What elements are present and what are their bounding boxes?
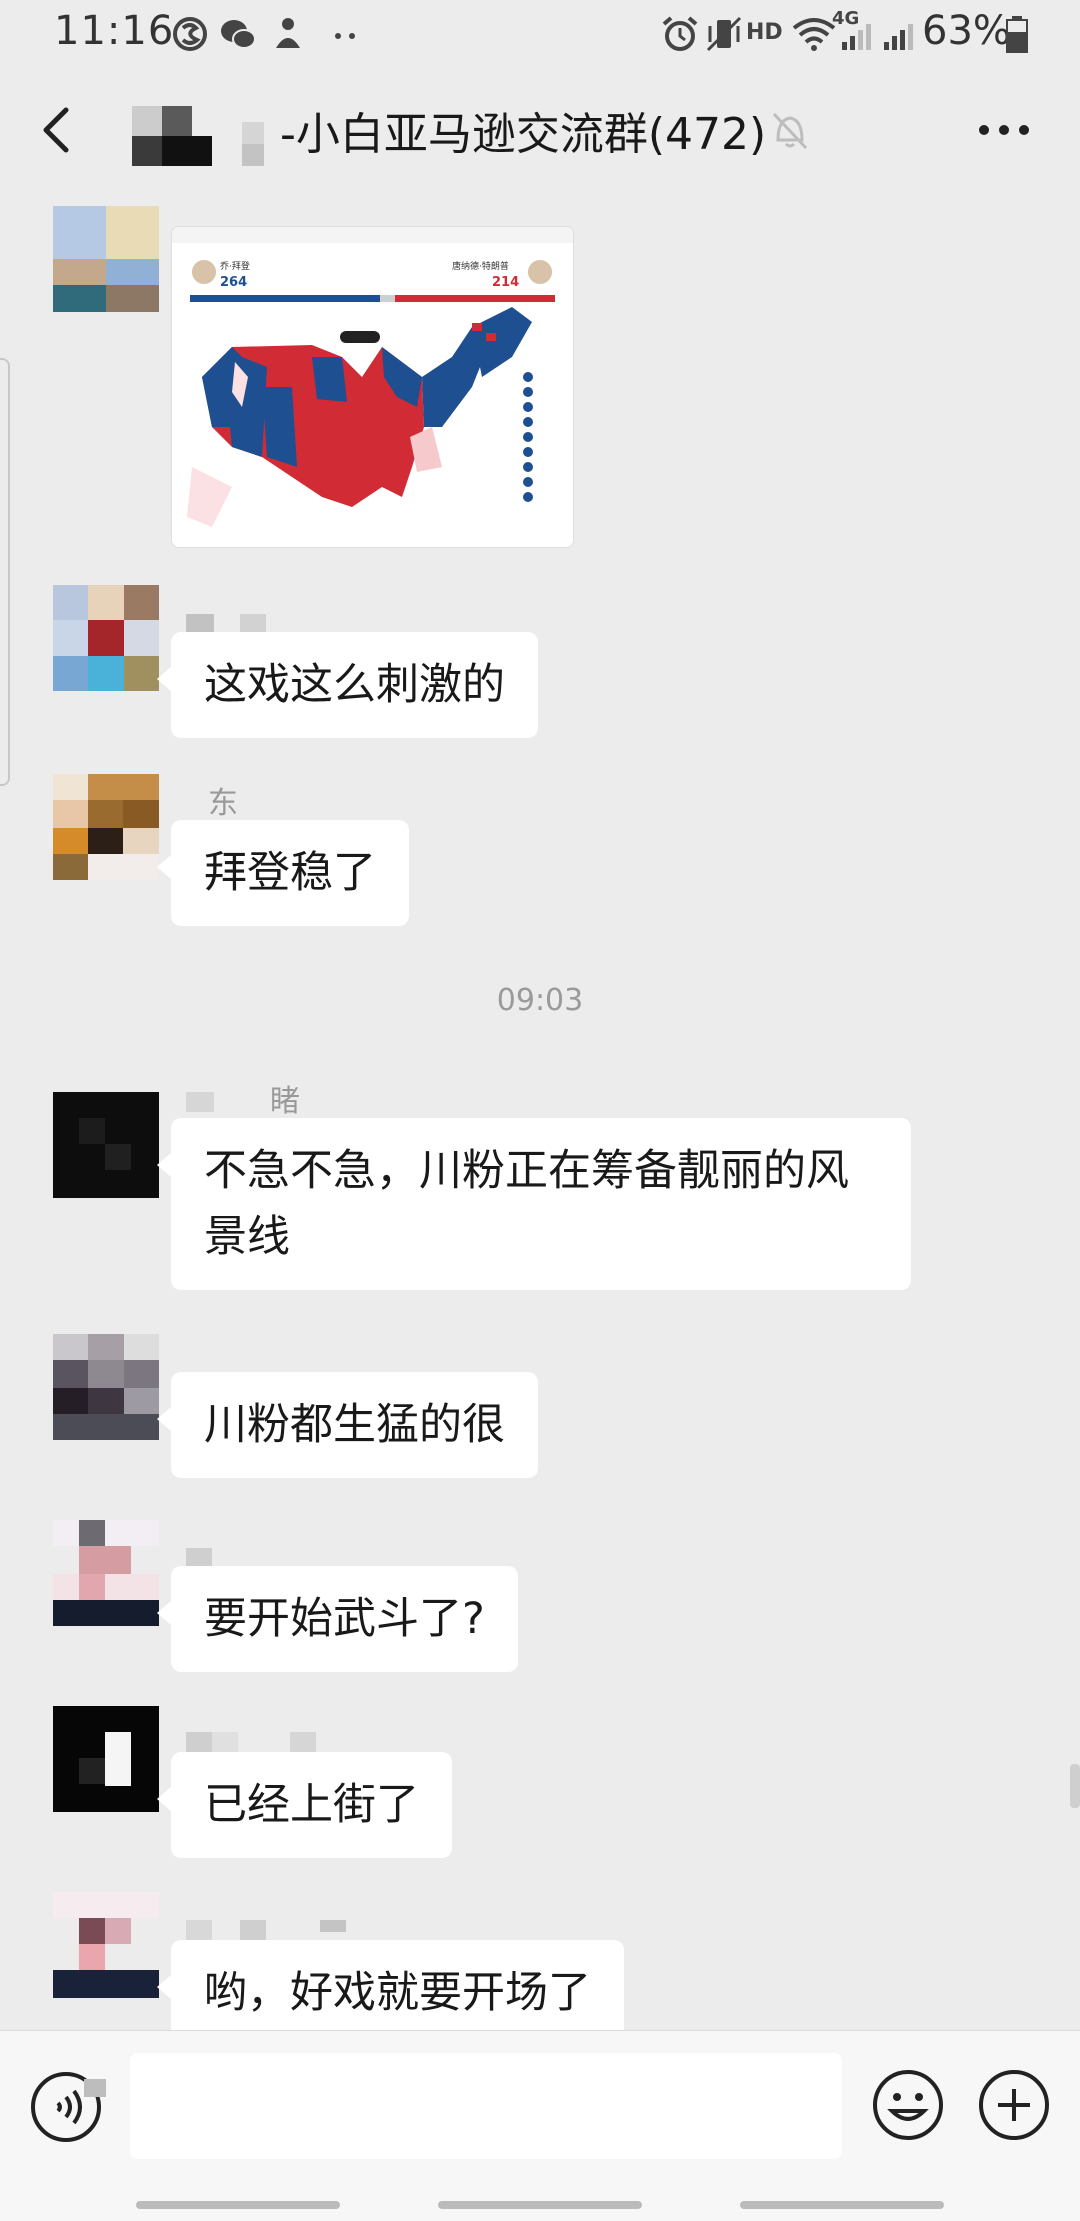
status-time: 11:16 bbox=[54, 8, 175, 54]
nav-gesture-back[interactable] bbox=[740, 2201, 944, 2209]
message-text: 川粉都生猛的很 bbox=[204, 1400, 505, 1450]
message-text: 不急不急，川粉正在筹备靓丽的风景线 bbox=[204, 1146, 849, 1262]
hd-label: HD bbox=[746, 20, 783, 45]
avatar[interactable] bbox=[53, 1892, 159, 1998]
avatar[interactable] bbox=[53, 1520, 159, 1626]
right-candidate-name: 唐纳德·特朗普 bbox=[452, 262, 509, 272]
group-title: -小白亚马逊交流群(472) bbox=[280, 109, 767, 160]
avatar[interactable] bbox=[53, 774, 159, 880]
message-text-input[interactable] bbox=[130, 2053, 842, 2159]
message-text: 要开始武斗了? bbox=[204, 1594, 485, 1644]
more-options-icon[interactable] bbox=[976, 122, 1032, 138]
plus-attach-icon[interactable] bbox=[976, 2067, 1052, 2143]
nav-gesture-recents[interactable] bbox=[136, 2201, 340, 2209]
sender-name-fragment: 睹 bbox=[270, 1084, 300, 1119]
avatar[interactable] bbox=[53, 206, 159, 312]
message-text: 这戏这么刺激的 bbox=[204, 660, 505, 710]
time-separator: 09:03 bbox=[496, 983, 584, 1018]
signal-icon-sim1 bbox=[842, 24, 871, 50]
battery-percent: 63% bbox=[922, 8, 1011, 54]
back-arrow-icon[interactable] bbox=[36, 104, 76, 156]
avatar[interactable] bbox=[53, 1334, 159, 1440]
left-candidate-votes: 264 bbox=[220, 275, 248, 290]
message-bubble[interactable]: 川粉都生猛的很 bbox=[157, 1372, 538, 1478]
message-text: 已经上街了 bbox=[204, 1780, 419, 1830]
avatar[interactable] bbox=[53, 1706, 159, 1812]
nav-gesture-home[interactable] bbox=[438, 2201, 642, 2209]
signal-icon-sim2 bbox=[884, 24, 913, 50]
shared-election-map-image[interactable]: 乔·拜登 264 唐纳德·特朗普 214 bbox=[171, 226, 574, 548]
app-notification-icon bbox=[173, 17, 207, 51]
message-text: 哟，好戏就要开场了 bbox=[204, 1968, 591, 2018]
scroll-indicator[interactable] bbox=[1070, 1764, 1080, 1808]
side-drawer-handle[interactable] bbox=[0, 358, 10, 786]
wifi-icon bbox=[792, 18, 836, 51]
alarm-icon bbox=[662, 16, 698, 51]
right-candidate-votes: 214 bbox=[492, 275, 520, 290]
notification-icon bbox=[276, 18, 300, 48]
message-input-bar bbox=[0, 2030, 1080, 2221]
more-notifications-icon bbox=[335, 33, 355, 39]
status-bar: 11:16 HD 4G 63% bbox=[0, 0, 1080, 66]
chat-header: -小白亚马逊交流群(472) bbox=[0, 66, 1080, 194]
mute-bell-icon bbox=[772, 112, 808, 150]
avatar[interactable] bbox=[53, 585, 159, 691]
message-bubble[interactable]: 要开始武斗了? bbox=[157, 1566, 518, 1672]
battery-icon bbox=[1006, 16, 1028, 53]
left-candidate-name: 乔·拜登 bbox=[220, 262, 250, 272]
message-bubble[interactable]: 拜登稳了 bbox=[157, 820, 409, 926]
message-text: 拜登稳了 bbox=[204, 848, 376, 898]
message-bubble[interactable]: 已经上街了 bbox=[157, 1752, 452, 1858]
sender-name: 东 bbox=[208, 786, 238, 821]
avatar[interactable] bbox=[53, 1092, 159, 1198]
vibrate-mute-icon bbox=[706, 16, 742, 52]
wechat-icon bbox=[221, 20, 256, 49]
message-bubble[interactable]: 不急不急，川粉正在筹备靓丽的风景线 bbox=[157, 1118, 911, 1290]
emoji-icon[interactable] bbox=[870, 2067, 946, 2143]
message-bubble[interactable]: 这戏这么刺激的 bbox=[157, 632, 538, 738]
